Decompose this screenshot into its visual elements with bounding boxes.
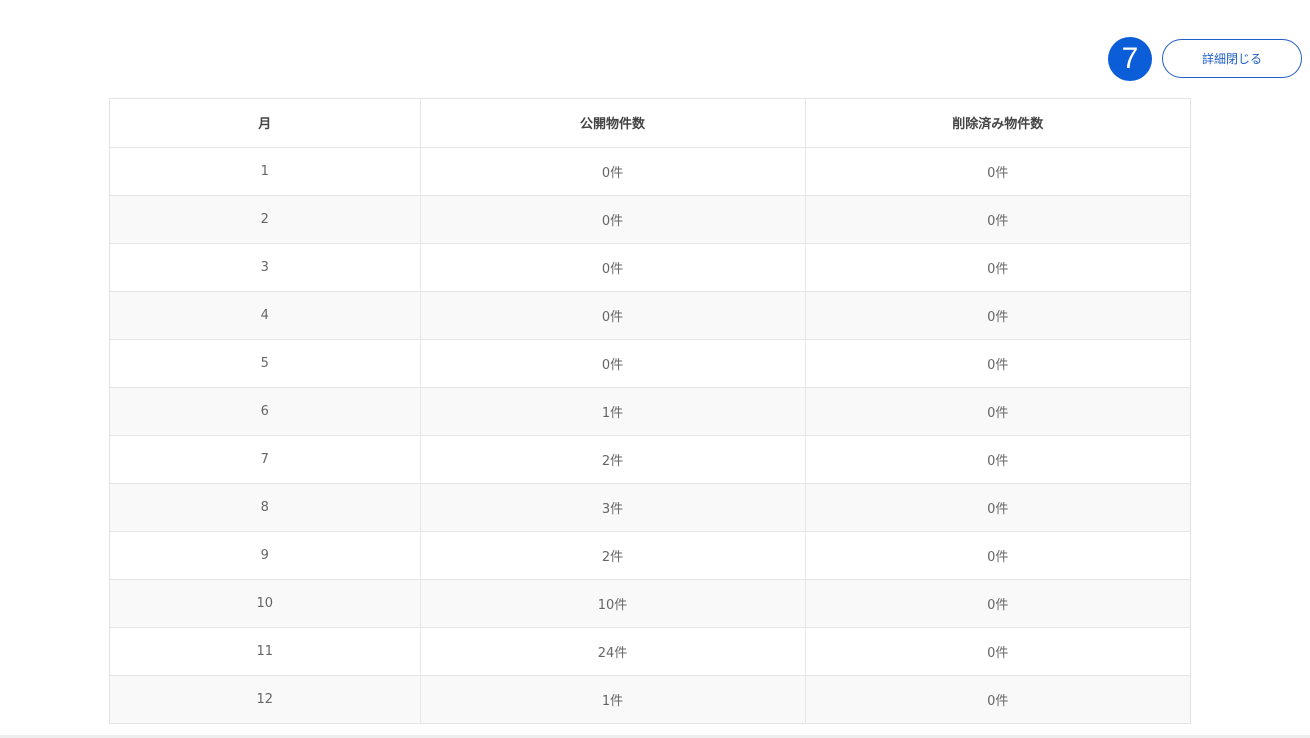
cell-deleted-count: 0件 <box>805 291 1190 340</box>
cell-month: 1 <box>110 147 421 196</box>
cell-published-count: 0件 <box>420 339 806 388</box>
cell-deleted-count: 0件 <box>805 579 1190 628</box>
cell-deleted-count: 0件 <box>805 339 1190 388</box>
cell-published-count: 0件 <box>420 195 806 244</box>
table-row: 12 1件 0件 <box>110 675 1190 723</box>
cell-month: 9 <box>110 531 421 580</box>
cell-deleted-count: 0件 <box>805 531 1190 580</box>
cell-month: 4 <box>110 291 421 340</box>
cell-deleted-count: 0件 <box>805 243 1190 292</box>
cell-published-count: 0件 <box>420 243 806 292</box>
monthly-listings-table-container: 月 公開物件数 削除済み物件数 1 0件 0件 2 0件 0件 3 0件 0件 … <box>109 98 1191 724</box>
step-number-badge: 7 <box>1108 37 1152 81</box>
cell-published-count: 1件 <box>420 387 806 436</box>
cell-month: 11 <box>110 627 421 676</box>
cell-month: 10 <box>110 579 421 628</box>
table-row: 6 1件 0件 <box>110 387 1190 436</box>
table-row: 8 3件 0件 <box>110 483 1190 532</box>
cell-deleted-count: 0件 <box>805 195 1190 244</box>
cell-published-count: 0件 <box>420 147 806 196</box>
cell-published-count: 24件 <box>420 627 806 676</box>
cell-month: 5 <box>110 339 421 388</box>
header-deleted-count: 削除済み物件数 <box>805 99 1190 148</box>
cell-month: 12 <box>110 675 421 723</box>
table-row: 1 0件 0件 <box>110 147 1190 196</box>
cell-month: 2 <box>110 195 421 244</box>
cell-deleted-count: 0件 <box>805 483 1190 532</box>
cell-deleted-count: 0件 <box>805 627 1190 676</box>
page: 7 詳細閉じる 月 公開物件数 削除済み物件数 1 0件 0件 2 0件 0件 … <box>0 0 1310 738</box>
cell-published-count: 0件 <box>420 291 806 340</box>
cell-month: 8 <box>110 483 421 532</box>
table-row: 2 0件 0件 <box>110 195 1190 244</box>
cell-published-count: 2件 <box>420 531 806 580</box>
cell-published-count: 10件 <box>420 579 806 628</box>
table-row: 10 10件 0件 <box>110 579 1190 628</box>
close-details-button[interactable]: 詳細閉じる <box>1162 39 1302 78</box>
cell-month: 3 <box>110 243 421 292</box>
header-month: 月 <box>110 99 421 148</box>
cell-deleted-count: 0件 <box>805 147 1190 196</box>
table-row: 7 2件 0件 <box>110 435 1190 484</box>
table-row: 5 0件 0件 <box>110 339 1190 388</box>
monthly-listings-table: 月 公開物件数 削除済み物件数 1 0件 0件 2 0件 0件 3 0件 0件 … <box>110 99 1190 723</box>
cell-deleted-count: 0件 <box>805 675 1190 723</box>
table-row: 9 2件 0件 <box>110 531 1190 580</box>
cell-deleted-count: 0件 <box>805 435 1190 484</box>
cell-month: 7 <box>110 435 421 484</box>
table-row: 11 24件 0件 <box>110 627 1190 676</box>
table-row: 4 0件 0件 <box>110 291 1190 340</box>
cell-deleted-count: 0件 <box>805 387 1190 436</box>
cell-published-count: 3件 <box>420 483 806 532</box>
header-published-count: 公開物件数 <box>420 99 806 148</box>
cell-month: 6 <box>110 387 421 436</box>
cell-published-count: 1件 <box>420 675 806 723</box>
table-row: 3 0件 0件 <box>110 243 1190 292</box>
cell-published-count: 2件 <box>420 435 806 484</box>
table-header-row: 月 公開物件数 削除済み物件数 <box>110 99 1190 148</box>
